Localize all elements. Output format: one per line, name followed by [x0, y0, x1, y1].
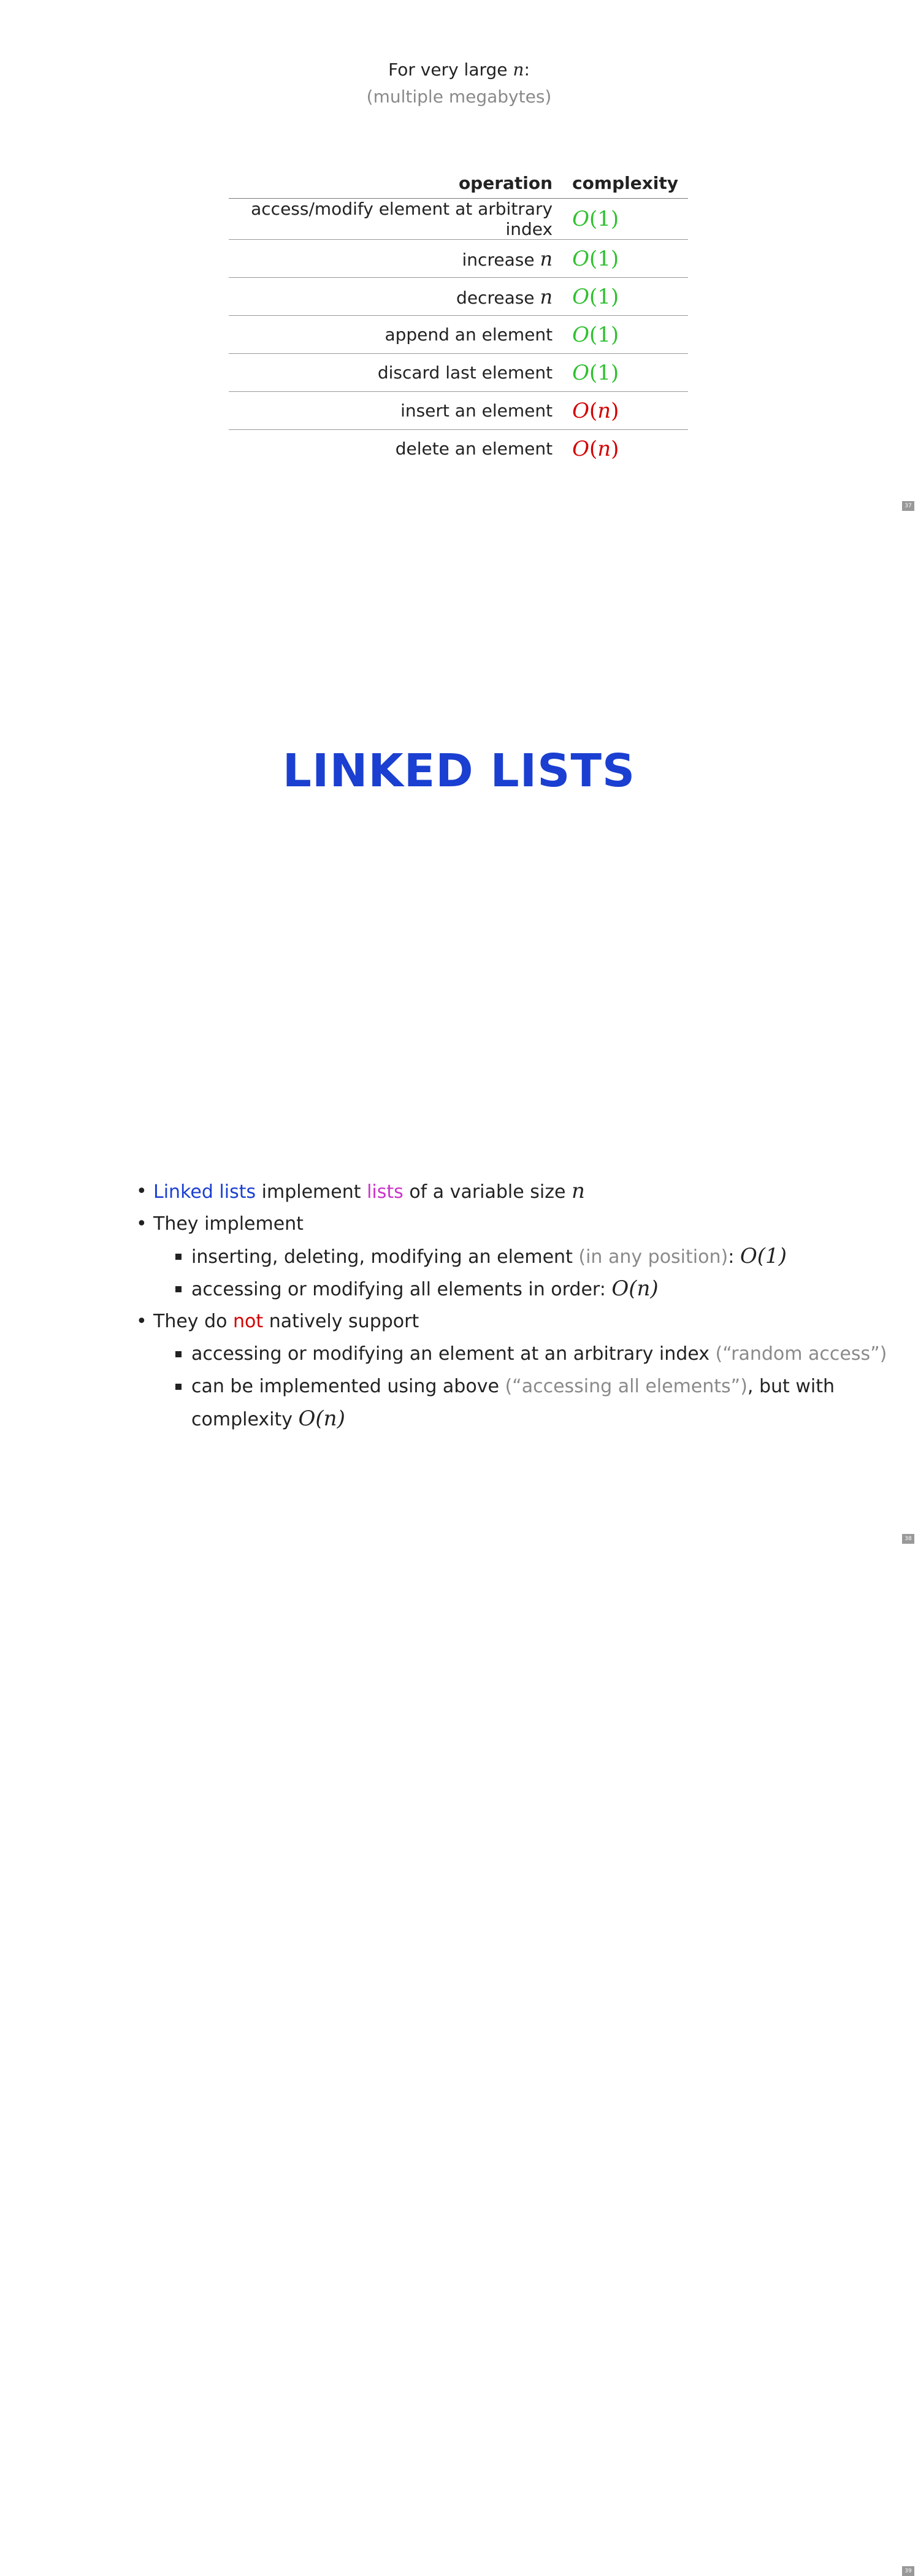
slide-37: For very large n: (multiple megabytes) o… [0, 0, 918, 516]
complexity-arg: 1 [597, 207, 611, 231]
bullet-linked-lists: Linked lists implement lists of a variab… [136, 1175, 918, 1208]
operation-var: n [540, 247, 553, 270]
table-row: decrease n O(1) [229, 277, 688, 316]
complexity-cell: O(1) [562, 353, 688, 392]
operation-label: delete an element [395, 439, 553, 459]
colon: : [728, 1246, 735, 1268]
complexity-table: operation complexity access/modify eleme… [229, 171, 688, 467]
bullet-list: Linked lists implement lists of a variab… [136, 1175, 918, 1431]
complexity-o: O [572, 246, 589, 271]
subbullet-implemented-using-above: can be implemented using above (“accessi… [136, 1370, 918, 1431]
complexity-arg: 1 [597, 284, 611, 309]
operation-cell: discard last element [229, 353, 563, 392]
bullet-text: accessing or modifying an element at an … [191, 1343, 710, 1365]
intro-colon: : [524, 59, 530, 80]
complexity-arg: 1 [597, 360, 611, 385]
operation-cell: increase n [229, 239, 563, 278]
operation-label: access/modify element at arbitrary index [251, 199, 553, 239]
operation-label: decrease [456, 287, 535, 308]
operation-label: insert an element [400, 401, 553, 421]
operation-cell: append an element [229, 315, 563, 354]
term-lists: lists [367, 1181, 404, 1203]
bullet-note: (“accessing all elements”) [505, 1376, 748, 1397]
bullet-text: They implement [153, 1213, 304, 1235]
header-complexity: complexity [562, 171, 688, 199]
term-linked-lists: Linked lists [153, 1181, 256, 1203]
bullet-text: implement [261, 1181, 361, 1203]
table-row: access/modify element at arbitrary index… [229, 198, 688, 240]
complexity-cell: O(1) [562, 315, 688, 354]
operation-label: append an element [384, 324, 553, 345]
operation-cell: insert an element [229, 391, 563, 430]
table-row: append an element O(1) [229, 315, 688, 354]
complexity-o: O [572, 360, 589, 385]
table-row: delete an element O(n) [229, 430, 688, 468]
math-complexity: O(n) [611, 1276, 659, 1301]
table-body: access/modify element at arbitrary index… [229, 198, 688, 468]
complexity-o: O [572, 398, 589, 423]
complexity-cell: O(1) [562, 198, 688, 240]
page-number: 39 [902, 2566, 914, 2576]
complexity-cell: O(n) [572, 436, 619, 461]
complexity-cell: O(1) [562, 277, 688, 316]
math-complexity: O(n) [298, 1406, 345, 1431]
complexity-arg: 1 [597, 246, 611, 271]
operation-label: discard last element [377, 362, 553, 383]
complexity-arg: n [597, 398, 611, 423]
operation-cell: access/modify element at arbitrary index [229, 198, 563, 240]
emphasis-not: not [233, 1311, 264, 1332]
bullet-note: (in any position) [578, 1246, 729, 1268]
complexity-o: O [572, 322, 589, 347]
table-header-row: operation complexity [229, 171, 688, 199]
bullet-text: can be implemented using above [191, 1376, 499, 1397]
operation-cell: decrease n [229, 277, 563, 316]
intro-var: n [513, 59, 524, 80]
complexity-o: O [572, 436, 589, 461]
intro-line1: For very large n: [0, 56, 918, 83]
bullet-note: (“random access”) [715, 1343, 887, 1365]
bullet-they-implement: They implement [136, 1208, 918, 1240]
header-operation: operation [229, 171, 563, 199]
bullet-text: natively support [269, 1311, 419, 1332]
intro-line2: (multiple megabytes) [366, 86, 552, 107]
table-row: discard last element O(1) [229, 353, 688, 392]
complexity-o: O [572, 284, 589, 309]
bullet-text: of a variable size [409, 1181, 566, 1203]
page-number: 37 [902, 501, 914, 511]
math-complexity: O(1) [740, 1244, 787, 1268]
operation-var: n [540, 285, 553, 309]
bullet-text: inserting, deleting, modifying an elemen… [191, 1246, 573, 1268]
complexity-o: O [572, 207, 589, 231]
bullet-not-supported: They do not natively support [136, 1305, 918, 1338]
subbullet-random-access: accessing or modifying an element at an … [136, 1338, 918, 1370]
complexity-arg: n [597, 436, 611, 461]
bullet-text: accessing or modifying all elements in o… [191, 1279, 606, 1300]
table-row: increase n O(1) [229, 239, 688, 278]
intro-line1-text: For very large [388, 59, 508, 80]
complexity-cell: O(1) [562, 239, 688, 278]
math-n: n [571, 1179, 585, 1203]
subbullet-insert-delete: inserting, deleting, modifying an elemen… [136, 1240, 918, 1273]
slide-title: LINKED LISTS [282, 745, 636, 797]
table-row: insert an element O(n) [229, 391, 688, 430]
operation-label: increase [462, 249, 535, 270]
bullet-text: They do [153, 1311, 228, 1332]
intro-text: For very large n: (multiple megabytes) [0, 56, 918, 110]
complexity-cell: O(n) [562, 391, 688, 430]
complexity-arg: 1 [597, 322, 611, 347]
operation-cell: delete an element [229, 430, 562, 468]
subbullet-access-in-order: accessing or modifying all elements in o… [136, 1273, 918, 1305]
